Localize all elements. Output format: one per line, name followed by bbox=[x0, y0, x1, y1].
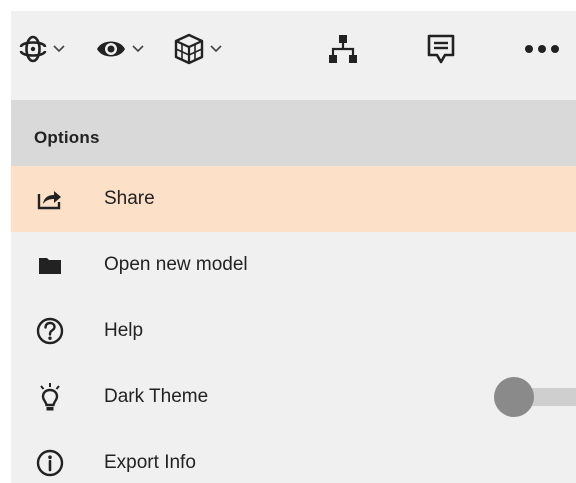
model-tree-button[interactable] bbox=[327, 29, 359, 69]
more-options-button[interactable] bbox=[524, 29, 560, 69]
eye-icon bbox=[96, 37, 126, 61]
menu-item-label: Export Info bbox=[104, 452, 196, 473]
lightbulb-icon bbox=[34, 381, 66, 413]
help-icon bbox=[34, 315, 66, 347]
menu-item-label: Open new model bbox=[104, 254, 248, 275]
menu-item-label: Help bbox=[104, 320, 144, 341]
options-header: Options bbox=[11, 100, 576, 166]
menu-item-share[interactable]: Share bbox=[11, 166, 576, 232]
comments-button[interactable] bbox=[426, 29, 456, 69]
menu-item-dark-theme[interactable]: Dark Theme bbox=[11, 364, 576, 430]
orbit-tool-button[interactable] bbox=[19, 29, 65, 69]
menu-item-help[interactable]: Help bbox=[11, 298, 576, 364]
cube-icon bbox=[174, 33, 204, 65]
viewer-panel: Options Share Open new model Help Dark T… bbox=[11, 11, 576, 483]
visibility-tool-button[interactable] bbox=[96, 29, 144, 69]
options-title: Options bbox=[34, 128, 100, 147]
toggle-knob bbox=[494, 377, 534, 417]
orbit-icon bbox=[19, 32, 47, 66]
menu-item-export-info[interactable]: Export Info bbox=[11, 430, 576, 483]
chevron-down-icon bbox=[210, 45, 222, 53]
hierarchy-icon bbox=[327, 33, 359, 65]
chevron-down-icon bbox=[132, 45, 144, 53]
dark-theme-toggle[interactable] bbox=[494, 377, 576, 417]
menu-item-open-new-model[interactable]: Open new model bbox=[11, 232, 576, 298]
chevron-down-icon bbox=[53, 45, 65, 53]
info-icon bbox=[34, 447, 66, 479]
toolbar bbox=[11, 11, 576, 100]
more-icon bbox=[524, 44, 560, 54]
share-icon bbox=[34, 183, 66, 215]
menu-item-label: Dark Theme bbox=[104, 386, 209, 407]
folder-icon bbox=[34, 249, 66, 281]
comment-icon bbox=[426, 33, 456, 65]
menu-item-label: Share bbox=[104, 188, 155, 209]
section-tool-button[interactable] bbox=[174, 29, 222, 69]
